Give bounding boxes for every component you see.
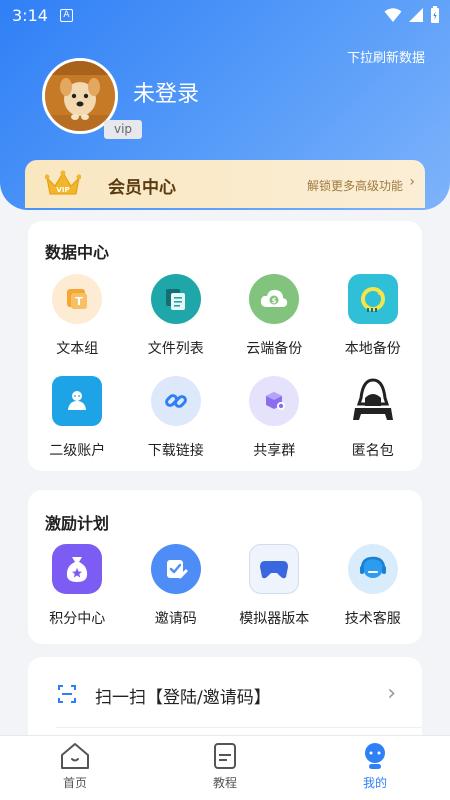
grid-item-label: 文本组 (56, 341, 99, 357)
data-center-title: 数据中心 (45, 243, 110, 262)
tab-label: 首页 (62, 776, 87, 790)
grid-item-cloud-backup[interactable]: $ 云端备份 (225, 274, 324, 358)
incentive-plan-title: 激励计划 (45, 514, 110, 533)
battery-icon (431, 6, 439, 23)
grid-item-local-backup[interactable]: 本地备份 (324, 274, 423, 358)
grid-item-label: 云端备份 (246, 341, 303, 357)
tech-support-icon (347, 544, 398, 594)
grid-item-label: 模拟器版本 (239, 611, 310, 627)
emulator-version-icon (249, 544, 300, 594)
share-group-icon (249, 376, 300, 426)
grid-item-label: 下载链接 (147, 443, 204, 459)
download-link-icon (150, 376, 201, 426)
data-center-card: 数据中心 T 文本组 文件列表 $ 云端备份 本地备份 二级账户 下载链接 共享… (28, 221, 422, 471)
crown-vip-text: VIP (56, 186, 69, 194)
grid-item-points-center[interactable]: 积分中心 (28, 544, 127, 628)
refresh-hint: 下拉刷新数据 (346, 51, 425, 66)
grid-item-text-group[interactable]: T 文本组 (28, 274, 127, 358)
tab-profile[interactable]: 我的 (300, 736, 450, 800)
notification-icon: A (60, 9, 73, 22)
divider (56, 727, 422, 728)
home-icon (61, 743, 89, 769)
tab-label: 教程 (212, 776, 237, 790)
status-time: 3:14 (12, 6, 48, 25)
grid-item-label: 二级账户 (49, 443, 106, 459)
scan-icon (58, 685, 76, 703)
grid-item-anonymous-package[interactable]: 匿名包 (324, 376, 423, 460)
username-label[interactable]: 未登录 (133, 76, 199, 108)
grid-item-share-group[interactable]: 共享群 (225, 376, 324, 460)
grid-item-label: 共享群 (253, 443, 296, 459)
text-group-icon: T (52, 274, 103, 324)
profile-icon (365, 743, 385, 769)
invite-code-icon (150, 544, 201, 594)
grid-item-invite-code[interactable]: 邀请码 (127, 544, 226, 628)
grid-item-download-link[interactable]: 下载链接 (127, 376, 226, 460)
grid-item-label: 邀请码 (154, 611, 197, 627)
cloud-backup-icon: $ (249, 274, 300, 324)
status-icons (384, 6, 440, 24)
incentive-grid: 积分中心 邀请码 模拟器版本 技术客服 (28, 544, 422, 628)
tab-label: 我的 (362, 776, 387, 790)
bottom-tab-bar: 首页 教程 我的 (0, 735, 450, 800)
incentive-plan-card: 激励计划 积分中心 邀请码 模拟器版本 技术客服 (28, 490, 422, 644)
points-center-icon (52, 544, 103, 594)
tutorial-icon (214, 743, 236, 769)
data-center-grid: T 文本组 文件列表 $ 云端备份 本地备份 二级账户 下载链接 共享群 匿名包 (28, 274, 422, 460)
file-list-icon (150, 274, 201, 324)
chevron-right-icon: › (409, 174, 415, 190)
local-backup-icon (347, 274, 398, 324)
member-center-banner[interactable]: VIP 会员中心 解锁更多高级功能 › (25, 160, 425, 208)
status-bar: 3:14 A (0, 0, 450, 32)
member-center-subtitle: 解锁更多高级功能 (306, 179, 403, 193)
grid-item-label: 文件列表 (147, 341, 204, 357)
grid-item-label: 本地备份 (344, 341, 401, 357)
sub-account-icon (52, 376, 103, 426)
crown-icon: VIP (45, 170, 81, 195)
grid-item-label: 匿名包 (351, 443, 394, 459)
scan-row[interactable]: 扫一扫【登陆/邀请码】 › (28, 657, 422, 737)
grid-item-label: 技术客服 (344, 611, 401, 627)
scan-label: 扫一扫【登陆/邀请码】 (95, 688, 271, 708)
grid-item-tech-support[interactable]: 技术客服 (324, 544, 423, 628)
grid-item-emulator-version[interactable]: 模拟器版本 (225, 544, 324, 628)
grid-item-label: 积分中心 (49, 611, 106, 627)
svg-text:$: $ (272, 297, 277, 305)
grid-item-file-list[interactable]: 文件列表 (127, 274, 226, 358)
wifi-icon (384, 8, 402, 22)
grid-item-sub-account[interactable]: 二级账户 (28, 376, 127, 460)
anonymous-package-icon (348, 376, 398, 426)
svg-text:T: T (75, 295, 83, 308)
chevron-right-icon: › (387, 681, 396, 706)
member-center-title: 会员中心 (108, 178, 176, 198)
tab-tutorial[interactable]: 教程 (150, 736, 300, 800)
vip-badge: vip (104, 120, 142, 139)
tab-home[interactable]: 首页 (0, 736, 150, 800)
signal-icon (409, 8, 423, 22)
